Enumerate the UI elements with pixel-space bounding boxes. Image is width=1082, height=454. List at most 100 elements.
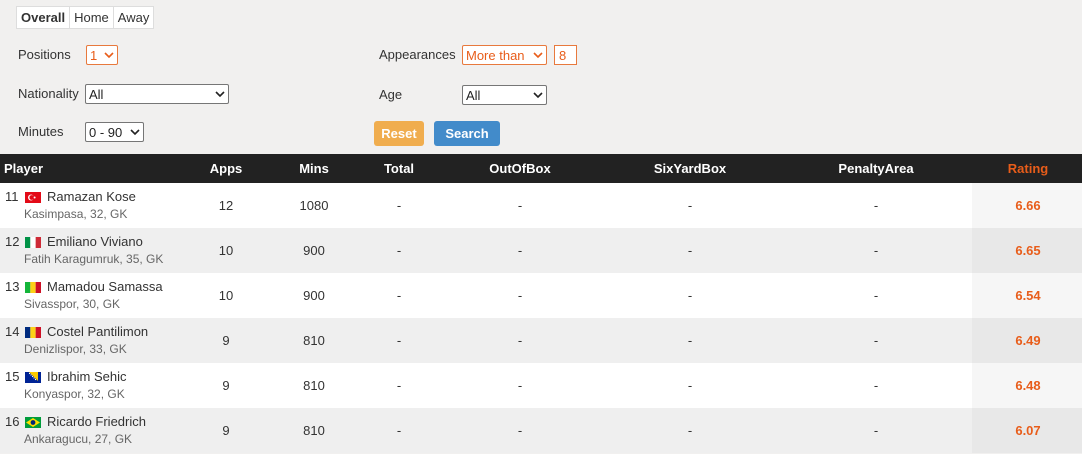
sixyardbox-cell: -: [687, 423, 693, 438]
total-cell: -: [396, 243, 402, 258]
appearances-mode-value: More than: [466, 47, 525, 63]
player-cell: 14 Costel Pantilimon Denizlispor, 33, GK: [5, 322, 148, 358]
player-rank: 12: [5, 233, 20, 249]
penaltyarea-cell: -: [873, 333, 879, 348]
total-cell: -: [396, 333, 402, 348]
rating-cell: 6.49: [1015, 333, 1041, 348]
rating-cell: 6.54: [1015, 288, 1041, 303]
rating-cell: 6.65: [1015, 243, 1041, 258]
mins-cell: 900: [303, 288, 325, 303]
player-name-link[interactable]: Ricardo Friedrich: [47, 414, 146, 429]
total-cell: -: [396, 423, 402, 438]
turkey-flag-icon: [25, 191, 41, 203]
positions-value: 1: [90, 47, 98, 63]
sixyardbox-cell: -: [687, 243, 693, 258]
player-name-link[interactable]: Ramazan Kose: [47, 189, 136, 204]
appearances-input[interactable]: 8: [554, 45, 577, 65]
total-cell: -: [396, 288, 402, 303]
brazil-flag-icon: [25, 416, 41, 428]
mins-cell: 810: [303, 333, 325, 348]
apps-cell: 9: [222, 423, 230, 438]
minutes-select[interactable]: 0 - 90: [85, 122, 144, 142]
reset-button[interactable]: Reset: [374, 121, 424, 146]
nationality-value: All: [89, 86, 104, 102]
table-row: 11 Ramazan Kose Kasimpasa, 32, GK 12 108…: [0, 183, 1082, 228]
col-apps[interactable]: Apps: [196, 154, 256, 183]
col-sixyardbox[interactable]: SixYardBox: [640, 154, 740, 183]
outofbox-cell: -: [517, 378, 523, 393]
player-rank: 14: [5, 323, 20, 339]
player-meta: Konyaspor, 32, GK: [24, 387, 125, 401]
col-outofbox[interactable]: OutOfBox: [470, 154, 570, 183]
tab-away[interactable]: Away: [114, 7, 154, 28]
apps-cell: 9: [222, 378, 230, 393]
penaltyarea-cell: -: [873, 198, 879, 213]
player-rank: 15: [5, 368, 20, 384]
player-rank: 13: [5, 278, 20, 294]
table-body: 11 Ramazan Kose Kasimpasa, 32, GK 12 108…: [0, 183, 1082, 453]
positions-label: Positions: [18, 47, 71, 62]
search-button[interactable]: Search: [434, 121, 500, 146]
sixyardbox-cell: -: [687, 198, 693, 213]
mins-cell: 810: [303, 378, 325, 393]
bosnia-flag-icon: [25, 371, 41, 383]
player-name-link[interactable]: Costel Pantilimon: [47, 324, 148, 339]
nationality-select[interactable]: All: [85, 84, 229, 104]
player-meta: Ankaragucu, 27, GK: [24, 432, 133, 446]
player-meta: Kasimpasa, 32, GK: [24, 207, 128, 221]
penaltyarea-cell: -: [873, 423, 879, 438]
table-row: 15 Ibrahim Sehic Konyaspor, 32, GK 9 810…: [0, 363, 1082, 408]
age-label: Age: [379, 87, 403, 102]
outofbox-cell: -: [517, 198, 523, 213]
chevron-down-icon: [533, 52, 543, 59]
mins-cell: 810: [303, 423, 325, 438]
player-rank: 11: [5, 188, 19, 204]
mali-flag-icon: [25, 281, 41, 293]
player-name-link[interactable]: Emiliano Viviano: [47, 234, 143, 249]
minutes-value: 0 - 90: [89, 124, 123, 140]
col-rating[interactable]: Rating: [988, 154, 1068, 183]
player-name-link[interactable]: Ibrahim Sehic: [47, 369, 126, 384]
romania-flag-icon: [25, 326, 41, 338]
table-row: 12 Emiliano Viviano Fatih Karagumruk, 35…: [0, 228, 1082, 273]
player-meta: Denizlispor, 33, GK: [24, 342, 127, 356]
player-cell: 13 Mamadou Samassa Sivasspor, 30, GK: [5, 277, 163, 313]
rating-cell: 6.66: [1015, 198, 1041, 213]
player-cell: 15 Ibrahim Sehic Konyaspor, 32, GK: [5, 367, 126, 403]
chevron-down-icon: [215, 91, 225, 98]
player-rank: 16: [5, 413, 20, 429]
player-name-link[interactable]: Mamadou Samassa: [47, 279, 163, 294]
outofbox-cell: -: [517, 423, 523, 438]
tab-home[interactable]: Home: [70, 7, 114, 28]
col-mins[interactable]: Mins: [284, 154, 344, 183]
sixyardbox-cell: -: [687, 288, 693, 303]
total-cell: -: [396, 198, 402, 213]
col-penaltyarea[interactable]: PenaltyArea: [826, 154, 926, 183]
table-header: Player Apps Mins Total OutOfBox SixYardB…: [0, 154, 1082, 183]
player-cell: 12 Emiliano Viviano Fatih Karagumruk, 35…: [5, 232, 163, 268]
col-player[interactable]: Player: [4, 154, 43, 183]
player-meta: Sivasspor, 30, GK: [24, 297, 121, 311]
appearances-mode-select[interactable]: More than: [462, 45, 547, 65]
age-select[interactable]: All: [462, 85, 547, 105]
player-meta: Fatih Karagumruk, 35, GK: [24, 252, 164, 266]
nationality-label: Nationality: [18, 86, 79, 101]
outofbox-cell: -: [517, 333, 523, 348]
appearances-label: Appearances: [379, 47, 456, 62]
rating-cell: 6.48: [1015, 378, 1041, 393]
view-tabs: Overall Home Away: [16, 6, 155, 29]
col-total[interactable]: Total: [369, 154, 429, 183]
total-cell: -: [396, 378, 402, 393]
penaltyarea-cell: -: [873, 243, 879, 258]
apps-cell: 10: [218, 288, 234, 303]
mins-cell: 1080: [299, 198, 329, 213]
player-stats-table: Player Apps Mins Total OutOfBox SixYardB…: [0, 154, 1082, 453]
minutes-label: Minutes: [18, 124, 64, 139]
positions-select[interactable]: 1: [86, 45, 118, 65]
player-cell: 11 Ramazan Kose Kasimpasa, 32, GK: [5, 187, 136, 223]
outofbox-cell: -: [517, 243, 523, 258]
player-cell: 16 Ricardo Friedrich Ankaragucu, 27, GK: [5, 412, 146, 448]
penaltyarea-cell: -: [873, 288, 879, 303]
chevron-down-icon: [130, 129, 140, 136]
tab-overall[interactable]: Overall: [17, 7, 71, 28]
